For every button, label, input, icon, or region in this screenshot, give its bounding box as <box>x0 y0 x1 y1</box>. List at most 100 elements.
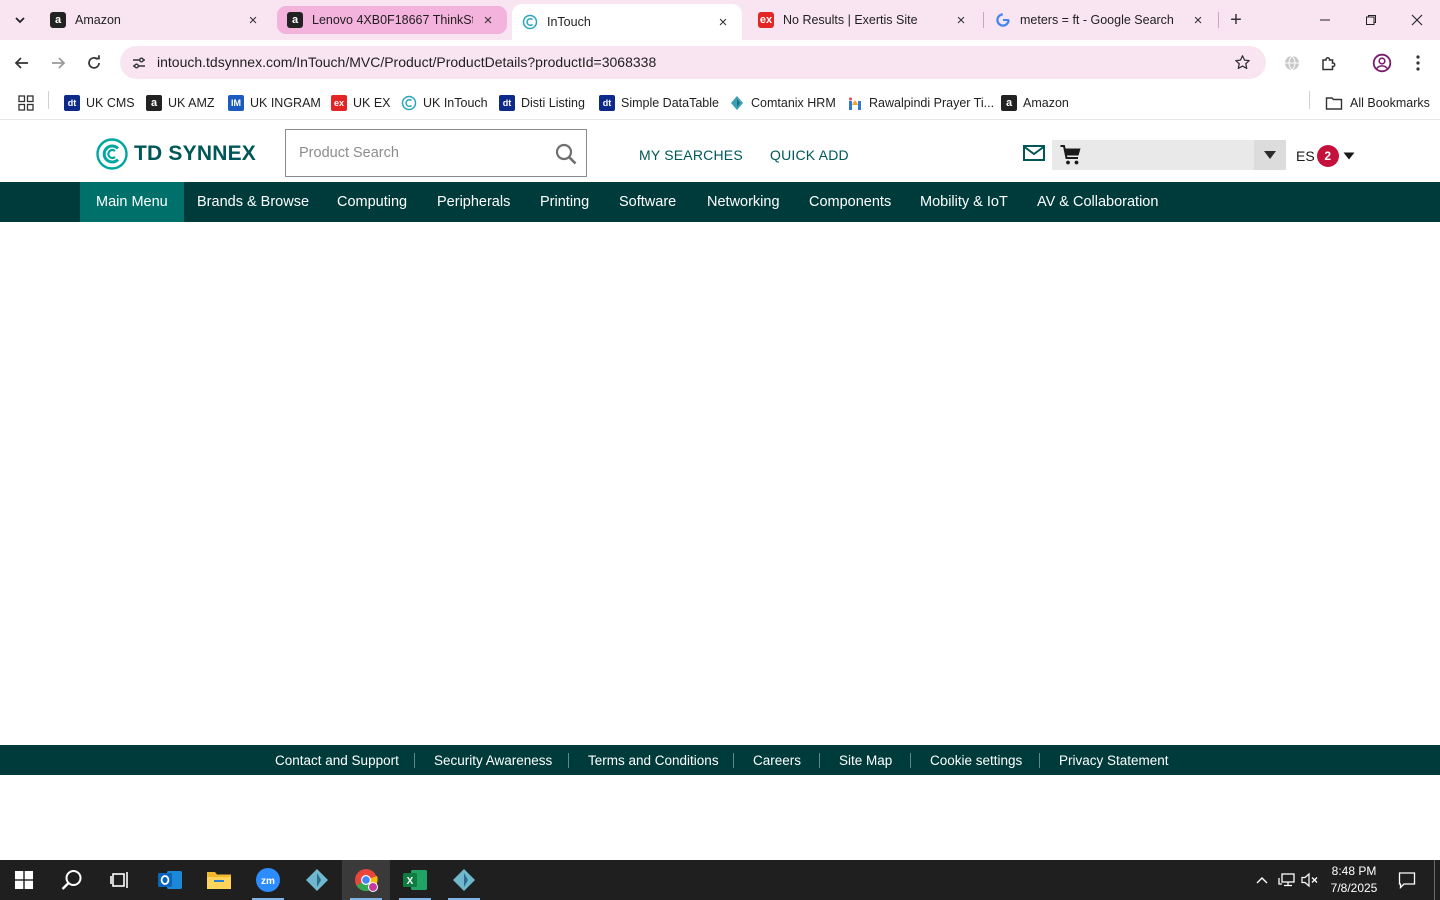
taskbar-app-diamond[interactable] <box>293 860 341 900</box>
messages-button[interactable] <box>1022 143 1048 165</box>
nav-item-components[interactable]: Components <box>793 182 907 222</box>
close-tab-icon[interactable]: × <box>952 11 970 29</box>
bookmark-uk-ex[interactable]: ex UK EX <box>331 92 391 114</box>
footer-link-cookie-settings[interactable]: Cookie settings <box>930 745 1022 775</box>
intouch-icon <box>401 95 417 111</box>
footer-link-terms-conditions[interactable]: Terms and Conditions <box>588 745 719 775</box>
forward-button[interactable] <box>43 48 73 78</box>
footer-link-privacy-statement[interactable]: Privacy Statement <box>1059 745 1169 775</box>
show-hidden-icons-button[interactable] <box>1252 860 1272 900</box>
cart-button[interactable] <box>1059 143 1083 167</box>
bookmark-amazon[interactable]: a Amazon <box>1001 92 1069 114</box>
tab-title: InTouch <box>547 15 591 29</box>
bookmark-rawalpindi-prayer[interactable]: Rawalpindi Prayer Ti... <box>847 92 994 114</box>
close-icon <box>1411 14 1423 26</box>
nav-item-main-menu[interactable]: Main Menu <box>80 182 184 222</box>
taskbar-zoom[interactable]: zm <box>244 860 292 900</box>
more-vertical-icon <box>1416 55 1420 71</box>
tab-search-button[interactable] <box>6 6 34 34</box>
puzzle-icon <box>1322 57 1336 71</box>
volume-button[interactable] <box>1300 860 1320 900</box>
browser-tab-amazon[interactable]: a Amazon × <box>40 6 272 34</box>
network-button[interactable] <box>1276 860 1298 900</box>
bookmark-label: Disti Listing <box>521 96 585 110</box>
taskbar-excel[interactable]: X <box>391 860 439 900</box>
chevron-down-icon <box>15 17 25 24</box>
my-searches-link[interactable]: MY SEARCHES <box>639 147 743 163</box>
taskbar-app-diamond-2[interactable] <box>440 860 488 900</box>
all-bookmarks-button[interactable]: All Bookmarks <box>1325 92 1430 114</box>
close-tab-icon[interactable]: × <box>714 13 732 31</box>
minimize-button[interactable] <box>1302 0 1348 40</box>
new-tab-button[interactable]: + <box>1222 6 1250 34</box>
address-bar[interactable]: intouch.tdsynnex.com/InTouch/MVC/Product… <box>120 46 1266 79</box>
bookmark-uk-amz[interactable]: a UK AMZ <box>146 92 215 114</box>
browser-tab-intouch[interactable]: InTouch × <box>512 4 742 40</box>
footer-link-contact-support[interactable]: Contact and Support <box>275 745 399 775</box>
taskbar-chrome[interactable] <box>342 860 390 900</box>
product-search-input[interactable] <box>286 130 546 176</box>
reload-button[interactable] <box>79 48 109 78</box>
nav-item-peripherals[interactable]: Peripherals <box>421 182 526 222</box>
nav-item-av-collaboration[interactable]: AV & Collaboration <box>1021 182 1174 222</box>
taskbar-outlook[interactable] <box>146 860 194 900</box>
profile-button[interactable] <box>1370 51 1394 75</box>
url-text[interactable]: intouch.tdsynnex.com/InTouch/MVC/Product… <box>157 54 656 70</box>
system-clock[interactable]: 8:48 PM 7/8/2025 <box>1320 863 1388 897</box>
arrow-left-icon <box>14 57 28 69</box>
nav-item-printing[interactable]: Printing <box>524 182 605 222</box>
footer-separator <box>819 753 820 768</box>
taskbar-file-explorer[interactable] <box>195 860 243 900</box>
apps-shortcut[interactable] <box>18 92 34 114</box>
close-tab-icon[interactable]: × <box>1189 11 1207 29</box>
td-synnex-logo[interactable]: TD SYNNEX <box>96 138 256 170</box>
nav-item-brands-browse[interactable]: Brands & Browse <box>181 182 325 222</box>
bookmark-simple-datatable[interactable]: dt Simple DataTable <box>599 92 719 114</box>
bookmark-comtanix-hrm[interactable]: Comtanix HRM <box>729 92 836 114</box>
notification-badge: 2 <box>1316 145 1339 167</box>
browser-tab-strip: a Amazon × a Lenovo 4XB0F18667 ThinkStat… <box>0 0 1440 40</box>
restore-button[interactable] <box>1348 0 1394 40</box>
browser-tab-exertis[interactable]: ex No Results | Exertis Site × <box>748 6 980 34</box>
close-tab-icon[interactable]: × <box>479 11 497 29</box>
nav-item-mobility-iot[interactable]: Mobility & IoT <box>904 182 1024 222</box>
nav-item-networking[interactable]: Networking <box>691 182 796 222</box>
quick-add-link[interactable]: QUICK ADD <box>770 147 849 163</box>
cart-dropdown-button[interactable] <box>1254 140 1286 170</box>
back-button[interactable] <box>7 48 37 78</box>
tab-separator <box>1218 12 1219 28</box>
bookmark-uk-ingram[interactable]: IM UK INGRAM <box>228 92 321 114</box>
cart-selector[interactable] <box>1052 140 1286 170</box>
action-center-button[interactable] <box>1394 860 1420 900</box>
shopping-cart-icon <box>1060 145 1081 165</box>
bookmark-disti-listing[interactable]: dt Disti Listing <box>499 92 585 114</box>
footer-link-security-awareness[interactable]: Security Awareness <box>434 745 552 775</box>
close-window-button[interactable] <box>1394 0 1440 40</box>
browser-menu-button[interactable] <box>1406 51 1430 75</box>
bookmark-uk-intouch[interactable]: UK InTouch <box>401 92 488 114</box>
footer-link-site-map[interactable]: Site Map <box>839 745 892 775</box>
close-tab-icon[interactable]: × <box>244 11 262 29</box>
site-info-button[interactable] <box>126 50 151 75</box>
bookmark-star-button[interactable] <box>1232 52 1252 72</box>
show-desktop-button[interactable] <box>1434 860 1435 900</box>
bookmark-label: Comtanix HRM <box>751 96 836 110</box>
nav-item-software[interactable]: Software <box>603 182 692 222</box>
footer-link-careers[interactable]: Careers <box>753 745 801 775</box>
product-search-button[interactable] <box>552 140 580 168</box>
user-menu[interactable]: ES 2 <box>1296 145 1355 167</box>
browser-tab-lenovo[interactable]: a Lenovo 4XB0F18667 ThinkStation × <box>277 6 507 34</box>
browser-tab-google[interactable]: meters = ft - Google Search × <box>985 6 1217 34</box>
nav-item-computing[interactable]: Computing <box>321 182 423 222</box>
page-content <box>0 222 1440 745</box>
start-button[interactable] <box>0 860 48 900</box>
task-view-button[interactable] <box>96 860 144 900</box>
logo-text: TD SYNNEX <box>134 142 256 165</box>
amazon-icon: a <box>146 95 162 111</box>
translate-button[interactable] <box>1280 51 1304 75</box>
network-icon <box>1278 873 1295 887</box>
extensions-button[interactable] <box>1317 51 1341 75</box>
taskbar-search-button[interactable] <box>48 860 96 900</box>
chevron-up-icon <box>1256 877 1268 884</box>
bookmark-uk-cms[interactable]: dt UK CMS <box>64 92 135 114</box>
